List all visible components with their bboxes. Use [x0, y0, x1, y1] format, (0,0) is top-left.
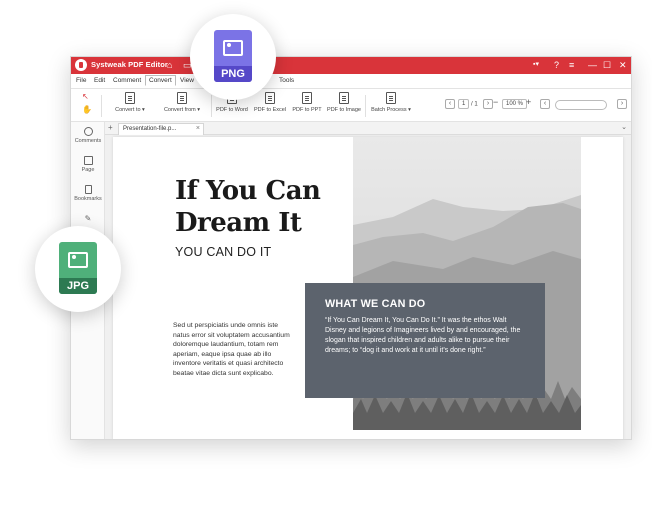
- batch-icon: [386, 92, 396, 104]
- maximize-button[interactable]: ☐: [603, 58, 611, 72]
- convert-to-icon: [125, 92, 135, 104]
- convert-from-icon: [177, 92, 187, 104]
- more-icon[interactable]: ≡: [569, 59, 574, 71]
- menu-file[interactable]: File: [76, 77, 86, 84]
- zoom-out-icon[interactable]: −: [493, 97, 498, 107]
- menu-edit[interactable]: Edit: [94, 77, 105, 84]
- signature-icon: ✎: [84, 214, 92, 223]
- convert-to-button[interactable]: Convert to ▾: [109, 92, 151, 113]
- what-we-can-do-box: WHAT WE CAN DO “If You Can Dream It, You…: [305, 283, 545, 398]
- page-indicator: 1 / 1: [458, 99, 478, 109]
- app-window: Systweak PDF Editor ⌂ ▭ ▪▾ ? ≡ — ☐ ✕ Fil…: [70, 56, 632, 440]
- app-logo-icon: [75, 59, 87, 71]
- sidebar-item-signature[interactable]: ✎: [71, 214, 105, 223]
- sidebar-item-comments[interactable]: Comments: [71, 127, 105, 144]
- jpg-format-badge: JPG: [35, 226, 121, 312]
- tab-list-chevron-icon[interactable]: ⌄: [621, 123, 627, 131]
- document-viewport[interactable]: If You Can Dream It YOU CAN DO IT Sed ut…: [105, 135, 631, 439]
- image-icon: [339, 92, 349, 104]
- box-body: “If You Can Dream It, You Can Do It.” It…: [325, 317, 521, 354]
- menu-bar: File Edit Comment Convert View Tools: [71, 74, 631, 89]
- flag-icon[interactable]: ▪▾: [533, 59, 539, 71]
- page-subheading: YOU CAN DO IT: [175, 245, 272, 259]
- document-tab[interactable]: Presentation-file.p... ×: [118, 123, 204, 135]
- page-heading: If You Can Dream It: [175, 176, 321, 238]
- minimize-button[interactable]: —: [588, 58, 597, 72]
- ribbon-toolbar: ↖ ✋ Convert to ▾ Convert from ▾ PDF to W…: [71, 89, 631, 122]
- next-page-button[interactable]: ›: [483, 99, 493, 109]
- sidebar-item-page[interactable]: Page: [71, 156, 105, 173]
- excel-icon: [265, 92, 275, 104]
- close-tab-icon[interactable]: ×: [196, 125, 200, 132]
- home-icon[interactable]: ⌂: [167, 59, 172, 71]
- menu-comment[interactable]: Comment: [113, 77, 141, 84]
- prev-page-button[interactable]: ‹: [445, 99, 455, 109]
- zoom-in-icon[interactable]: +: [526, 97, 531, 107]
- zoom-level: 100 %: [502, 99, 528, 109]
- app-title: Systweak PDF Editor: [91, 60, 168, 69]
- comments-icon: [83, 127, 93, 136]
- page-number-input[interactable]: 1: [458, 99, 470, 109]
- title-bar: Systweak PDF Editor ⌂ ▭ ▪▾ ? ≡ — ☐ ✕: [71, 57, 631, 74]
- search-prev-button[interactable]: ‹: [540, 99, 550, 109]
- hand-tool-icon[interactable]: ✋: [82, 105, 92, 114]
- jpg-label: JPG: [66, 280, 89, 292]
- new-tab-button[interactable]: +: [108, 123, 113, 132]
- select-cursor-icon[interactable]: ↖: [82, 92, 89, 101]
- bookmark-icon: [84, 185, 92, 194]
- page-body-text: Sed ut perspiciatis unde omnis iste natu…: [173, 322, 290, 377]
- search-next-button[interactable]: ›: [617, 99, 627, 109]
- pdf-page: If You Can Dream It YOU CAN DO IT Sed ut…: [113, 137, 623, 439]
- search-input[interactable]: [555, 100, 607, 110]
- pdf-to-ppt-button[interactable]: PDF to PPT: [290, 92, 324, 113]
- png-label: PNG: [221, 68, 245, 80]
- pdf-to-excel-button[interactable]: PDF to Excel: [252, 92, 288, 113]
- ppt-icon: [302, 92, 312, 104]
- pdf-to-image-button[interactable]: PDF to Image: [325, 92, 363, 113]
- sidebar-item-bookmarks[interactable]: Bookmarks: [71, 185, 105, 202]
- tab-strip: + Presentation-file.p... × ⌄: [105, 122, 631, 135]
- menu-tools[interactable]: Tools: [279, 77, 294, 84]
- close-button[interactable]: ✕: [619, 58, 627, 72]
- convert-from-button[interactable]: Convert from ▾: [159, 92, 205, 113]
- png-format-badge: PNG: [190, 14, 276, 100]
- batch-process-button[interactable]: Batch Process ▾: [369, 92, 413, 113]
- page-icon: [83, 156, 93, 165]
- box-title: WHAT WE CAN DO: [325, 298, 426, 310]
- menu-convert[interactable]: Convert: [145, 75, 176, 86]
- help-icon[interactable]: ?: [554, 59, 559, 71]
